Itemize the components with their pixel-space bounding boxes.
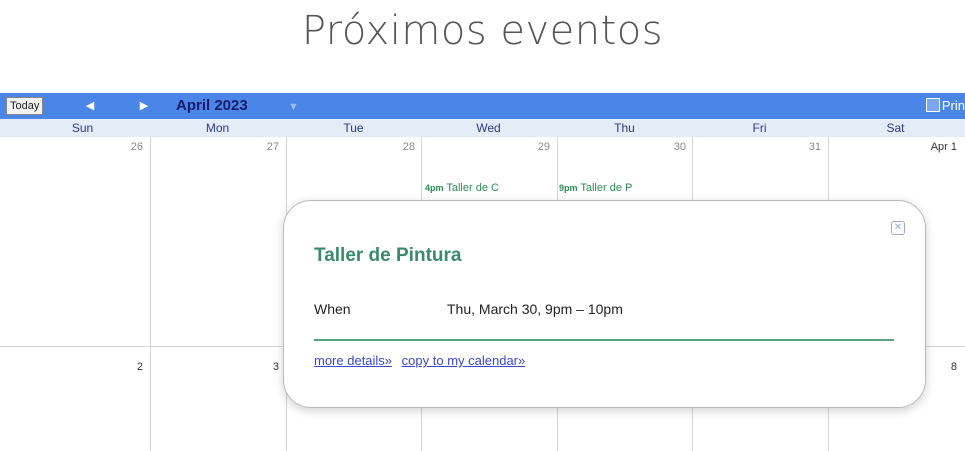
day-cell-26[interactable]: 26 bbox=[18, 141, 143, 153]
event-title: Taller de C bbox=[446, 182, 499, 194]
print-button[interactable]: Prin bbox=[925, 97, 965, 115]
close-icon[interactable]: ✕ bbox=[891, 221, 905, 235]
dow-fri: Fri bbox=[752, 121, 767, 135]
event-title: Taller de P bbox=[580, 182, 633, 194]
printer-icon bbox=[925, 98, 940, 112]
dow-wed: Wed bbox=[476, 121, 501, 135]
event-chip[interactable]: 4pm Taller de C bbox=[425, 182, 555, 194]
when-value: Thu, March 30, 9pm – 10pm bbox=[447, 301, 623, 317]
day-cell-31[interactable]: 31 bbox=[696, 141, 821, 153]
dow-mon: Mon bbox=[205, 121, 230, 135]
day-cell-29[interactable]: 29 bbox=[425, 141, 550, 153]
chevron-down-icon[interactable]: ▼ bbox=[288, 98, 299, 116]
chevron-right-icon: ▶ bbox=[139, 100, 149, 112]
chevron-left-icon: ◀ bbox=[85, 100, 95, 112]
day-cell-apr-1[interactable]: Apr 1 bbox=[832, 141, 957, 153]
dow-tue: Tue bbox=[343, 121, 364, 135]
dow-thu: Thu bbox=[614, 121, 635, 135]
day-of-week-header: Sun Mon Tue Wed Thu Fri Sat bbox=[0, 119, 965, 137]
event-chip[interactable]: 9pm Taller de P bbox=[559, 182, 689, 194]
page-title: Próximos eventos bbox=[301, 8, 664, 54]
print-label: Prin bbox=[941, 98, 965, 113]
next-month-button[interactable]: ▶ bbox=[126, 96, 162, 116]
day-cell-28[interactable]: 28 bbox=[290, 141, 415, 153]
prev-month-button[interactable]: ◀ bbox=[72, 96, 108, 116]
dow-sat: Sat bbox=[886, 121, 905, 135]
month-title: April 2023 bbox=[176, 97, 248, 114]
popup-links: more details» copy to my calendar» bbox=[314, 353, 531, 368]
event-popup: ✕ Taller de Pintura When Thu, March 30, … bbox=[283, 200, 926, 408]
calendar-toolbar: Today ◀ ▶ April 2023 ▼ Prin bbox=[0, 93, 965, 119]
day-cell-2[interactable]: 2 bbox=[18, 361, 143, 373]
copy-to-calendar-link[interactable]: copy to my calendar» bbox=[402, 353, 526, 368]
when-label: When bbox=[314, 301, 351, 317]
event-time: 9pm bbox=[559, 183, 578, 193]
dow-sun: Sun bbox=[71, 121, 94, 135]
day-cell-3[interactable]: 3 bbox=[154, 361, 279, 373]
popup-event-title: Taller de Pintura bbox=[314, 245, 462, 266]
event-time: 4pm bbox=[425, 183, 444, 193]
more-details-link[interactable]: more details» bbox=[314, 353, 392, 368]
today-button[interactable]: Today bbox=[6, 97, 44, 115]
day-cell-27[interactable]: 27 bbox=[154, 141, 279, 153]
divider bbox=[314, 339, 894, 341]
day-cell-30[interactable]: 30 bbox=[561, 141, 686, 153]
